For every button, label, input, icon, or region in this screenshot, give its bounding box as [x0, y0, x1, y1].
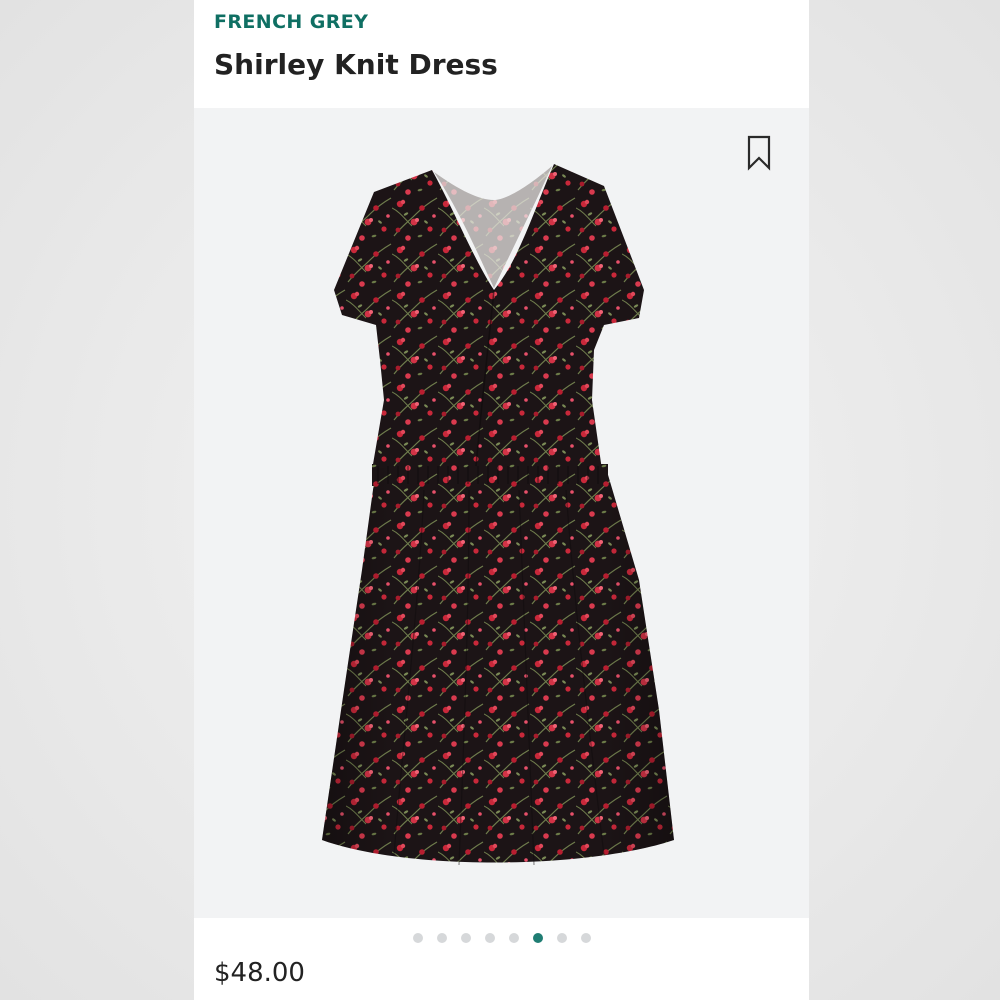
brand-name[interactable]: FRENCH GREY [214, 11, 368, 33]
carousel-dot[interactable] [460, 933, 471, 943]
product-title: Shirley Knit Dress [214, 48, 498, 81]
carousel-dot[interactable] [508, 933, 519, 943]
carousel-dot[interactable] [412, 933, 423, 943]
carousel-pagination [194, 928, 809, 948]
carousel-dot-active[interactable] [532, 933, 543, 943]
carousel-dot[interactable] [484, 933, 495, 943]
carousel-dot[interactable] [436, 933, 447, 943]
product-image [322, 164, 674, 866]
carousel-dot[interactable] [556, 933, 567, 943]
product-price: $48.00 [214, 958, 305, 988]
carousel-dot[interactable] [580, 933, 591, 943]
product-card: FRENCH GREY Shirley Knit Dress $48.00 [194, 0, 809, 1000]
product-header: FRENCH GREY Shirley Knit Dress [194, 0, 809, 108]
bookmark-icon[interactable] [746, 135, 772, 171]
